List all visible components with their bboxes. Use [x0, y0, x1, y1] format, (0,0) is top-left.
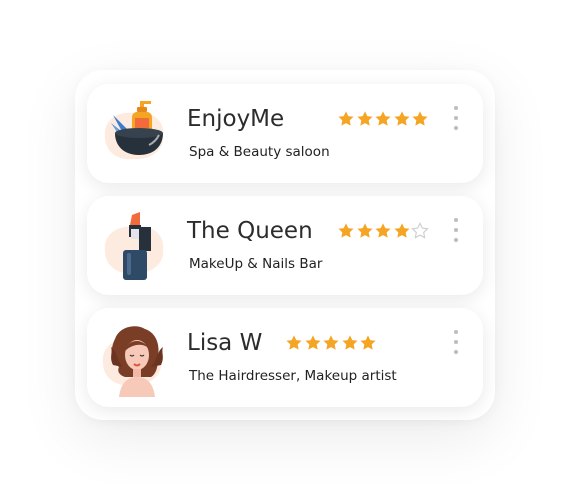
more-options-button[interactable]: [451, 330, 461, 354]
star-filled-icon: [356, 223, 373, 238]
star-filled-icon: [375, 223, 391, 238]
star-filled-icon: [393, 223, 410, 238]
star-filled-icon: [304, 335, 321, 350]
star-filled-icon: [360, 335, 376, 350]
spa-bowl-icon: [104, 101, 164, 160]
more-options-button[interactable]: [451, 106, 461, 130]
star-filled-icon: [338, 223, 354, 238]
salon-name: Lisa W: [187, 330, 263, 356]
rating-stars: [337, 110, 430, 127]
salon-subtitle: The Hairdresser, Makeup artist: [189, 368, 397, 384]
star-filled-icon: [356, 111, 373, 126]
rating-stars: [285, 334, 378, 351]
star-empty-icon: [411, 222, 429, 239]
star-filled-icon: [375, 111, 391, 126]
salon-subtitle: MakeUp & Nails Bar: [189, 256, 323, 272]
star-filled-icon: [286, 335, 302, 350]
lipstick-nail-polish-icon: [104, 212, 164, 280]
salon-card-enjoyme[interactable]: EnjoyMe Spa & Beauty saloon: [87, 84, 483, 183]
star-filled-icon: [393, 111, 410, 126]
salon-name: The Queen: [187, 218, 313, 244]
rating-stars: [337, 222, 430, 239]
star-filled-icon: [323, 335, 339, 350]
star-filled-icon: [338, 111, 354, 126]
star-filled-icon: [412, 111, 428, 126]
salon-name: EnjoyMe: [187, 106, 285, 132]
salon-card-the-queen[interactable]: The Queen MakeUp & Nails Bar: [87, 196, 483, 295]
star-filled-icon: [341, 335, 358, 350]
salon-card-lisa-w[interactable]: Lisa W The Hairdresser, Makeup artist: [87, 308, 483, 407]
salon-subtitle: Spa & Beauty saloon: [189, 144, 330, 160]
more-options-button[interactable]: [451, 218, 461, 242]
woman-portrait-icon: [102, 326, 163, 397]
